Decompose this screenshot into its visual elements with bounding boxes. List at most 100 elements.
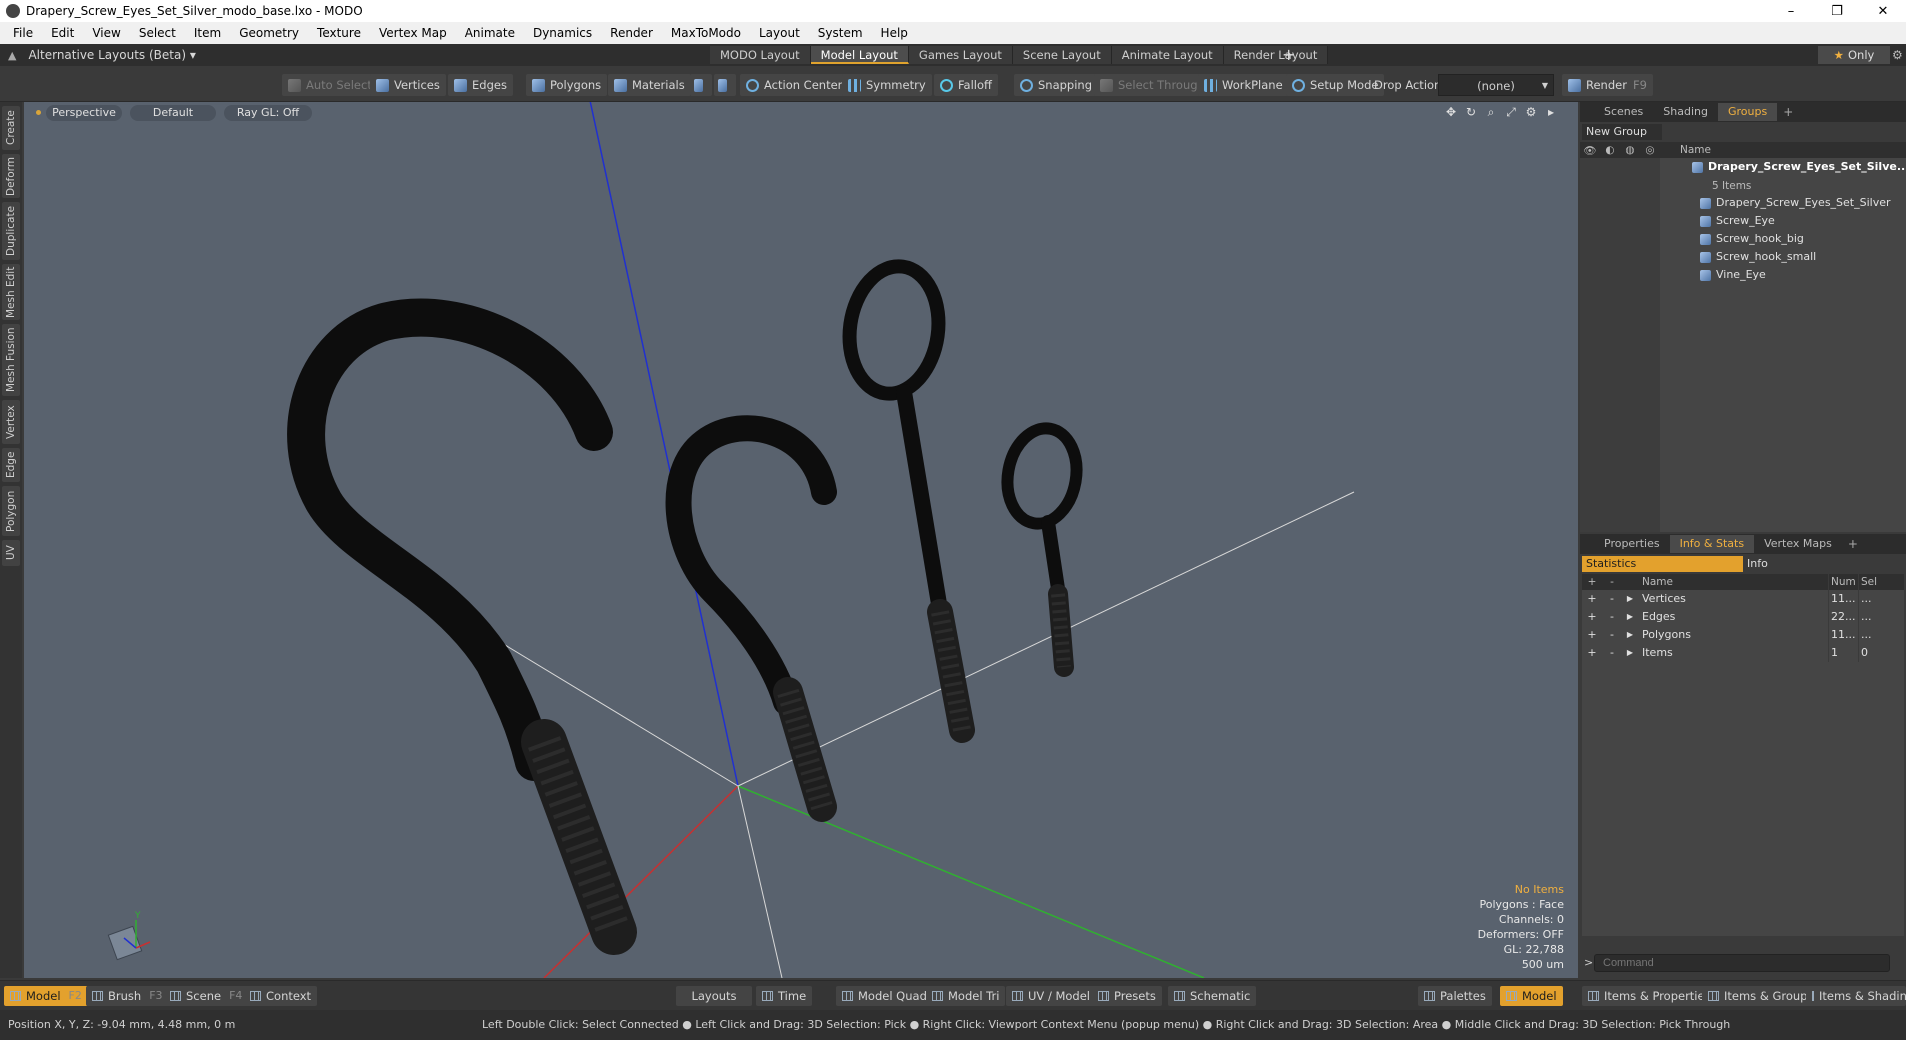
visibility-col-icon[interactable]: 👁 [1580,144,1600,157]
tab-modo-layout[interactable]: MODO Layout [710,46,811,64]
action-center-button[interactable]: Action Center [740,74,849,96]
shading-mode-button[interactable]: Default [130,105,216,121]
plus-icon[interactable]: + [1582,608,1602,626]
expand-all-icon[interactable]: + [1582,574,1602,590]
minus-icon[interactable]: - [1602,590,1622,608]
alternative-layouts-dropdown[interactable]: ▲ Alternative Layouts (Beta) ▾ [8,44,196,66]
symmetry-button[interactable]: Symmetry [842,74,932,96]
tab-render-layout[interactable]: Render Layout [1223,46,1329,64]
falloff-button[interactable]: Falloff [934,74,998,96]
mode-scene-button[interactable]: Scene F4 [164,986,249,1006]
expand-arrow-icon[interactable]: ▶ [1622,608,1638,626]
snapping-button[interactable]: Snapping [1014,74,1099,96]
tab-mesh-edit[interactable]: Mesh Edit [2,264,20,320]
collapse-all-icon[interactable]: - [1602,574,1622,590]
table-row[interactable]: + - ▶ Vertices 11... ... [1582,590,1904,608]
add-layout-button[interactable]: + [1282,44,1295,66]
mode-brush-button[interactable]: Brush F3 [86,986,169,1006]
tab-deform[interactable]: Deform [2,154,20,198]
table-row[interactable]: + - ▶ Edges 22... ... [1582,608,1904,626]
rotate-view-icon[interactable]: ↻ [1464,105,1478,120]
tab-polygon[interactable]: Polygon [2,486,20,536]
render-button[interactable]: Render F9 [1562,74,1653,96]
tab-edge[interactable]: Edge [2,448,20,482]
raygl-button[interactable]: Ray GL: Off [224,105,312,121]
minus-icon[interactable]: - [1602,626,1622,644]
lock-col-icon[interactable]: ◍ [1620,144,1640,156]
materials-button[interactable]: Materials [608,74,691,96]
tab-mesh-fusion[interactable]: Mesh Fusion [2,324,20,396]
tab-vertex-maps[interactable]: Vertex Maps [1754,535,1842,553]
menu-texture[interactable]: Texture [308,22,370,44]
select-col-icon[interactable]: ◎ [1640,144,1660,156]
tab-info[interactable]: Info [1743,556,1904,572]
tab-info-stats[interactable]: Info & Stats [1669,535,1755,553]
command-history-icon[interactable]: > [1584,954,1593,972]
menu-edit[interactable]: Edit [42,22,83,44]
zoom-view-icon[interactable]: ⌕ [1484,105,1498,120]
list-item[interactable]: Drapery_Screw_Eyes_Set_Silver [1700,194,1891,212]
menu-geometry[interactable]: Geometry [230,22,308,44]
items-properties-button[interactable]: Items & Properties [1582,986,1717,1006]
palettes-button[interactable]: Palettes [1418,986,1492,1006]
tab-vertex[interactable]: Vertex [2,400,20,444]
plus-icon[interactable]: + [1582,590,1602,608]
mode-model-button[interactable]: Model F2 [4,986,88,1006]
minus-icon[interactable]: - [1602,608,1622,626]
list-item[interactable]: Screw_hook_big [1700,230,1804,248]
tab-properties[interactable]: Properties [1594,535,1670,553]
list-item[interactable]: Screw_hook_small [1700,248,1816,266]
presets-button[interactable]: Presets [1092,986,1162,1006]
items-shading-button[interactable]: Items & Shading [1806,986,1906,1006]
edges-button[interactable]: Edges [448,74,513,96]
expand-arrow-icon[interactable]: ▶ [1622,626,1638,644]
tab-scene-layout[interactable]: Scene Layout [1012,46,1112,64]
mode-context-button[interactable]: Context [244,986,318,1006]
uv-model-button[interactable]: UV / Model [1006,986,1096,1006]
view-mode-button[interactable]: Perspective [46,105,122,121]
new-group-button[interactable]: New Group [1582,124,1662,140]
viewport-expand-icon[interactable]: ▸ [1544,105,1558,120]
select-mode-b-button[interactable] [714,74,736,96]
3d-viewport[interactable]: Y Perspective Default Ray GL: Off ✥ ↻ ⌕ … [24,102,1578,978]
auto-select-button[interactable]: Auto Select [282,74,378,96]
menu-layout[interactable]: Layout [750,22,809,44]
minimize-button[interactable]: – [1768,0,1814,22]
render-col-icon[interactable]: ◐ [1600,144,1620,156]
menu-dynamics[interactable]: Dynamics [524,22,601,44]
polygons-button[interactable]: Polygons [526,74,608,96]
expand-arrow-icon[interactable]: ▶ [1622,590,1638,608]
menu-vertex-map[interactable]: Vertex Map [370,22,456,44]
select-mode-a-button[interactable] [690,74,712,96]
fit-view-icon[interactable]: ⤢ [1504,105,1518,120]
model-tri-button[interactable]: Model Tri [926,986,1006,1006]
minus-icon[interactable]: - [1602,644,1622,662]
add-tab-icon[interactable]: + [1842,537,1864,551]
viewport-settings-icon[interactable]: ⚙ [1524,105,1538,120]
expand-arrow-icon[interactable]: ▶ [1622,644,1638,662]
drop-action-select[interactable]: (none) ▼ [1438,74,1554,96]
close-button[interactable]: ✕ [1860,0,1906,22]
menu-animate[interactable]: Animate [456,22,524,44]
add-tab-icon[interactable]: + [1777,105,1799,119]
menu-help[interactable]: Help [872,22,917,44]
list-item[interactable]: Vine_Eye [1700,266,1766,284]
setup-mode-button[interactable]: Setup Mode [1286,74,1385,96]
menu-render[interactable]: Render [601,22,662,44]
time-button[interactable]: Time [756,986,813,1006]
menu-file[interactable]: File [4,22,42,44]
tab-groups[interactable]: Groups [1717,103,1778,121]
tab-shading[interactable]: Shading [1653,103,1718,121]
list-item[interactable]: Screw_Eye [1700,212,1775,230]
restore-button[interactable]: ❐ [1814,0,1860,22]
vertices-button[interactable]: Vertices [370,74,446,96]
menu-system[interactable]: System [809,22,872,44]
tab-duplicate[interactable]: Duplicate [2,202,20,260]
name-column-header[interactable]: Name [1680,144,1711,156]
list-item[interactable]: Drapery_Screw_Eyes_Set_Silve... [1692,158,1906,176]
layouts-button[interactable]: Layouts [676,986,752,1006]
command-input[interactable] [1594,954,1890,972]
plus-icon[interactable]: + [1582,644,1602,662]
model-quad-button[interactable]: Model Quad [836,986,933,1006]
pin-icon[interactable]: ▲ [8,49,16,62]
